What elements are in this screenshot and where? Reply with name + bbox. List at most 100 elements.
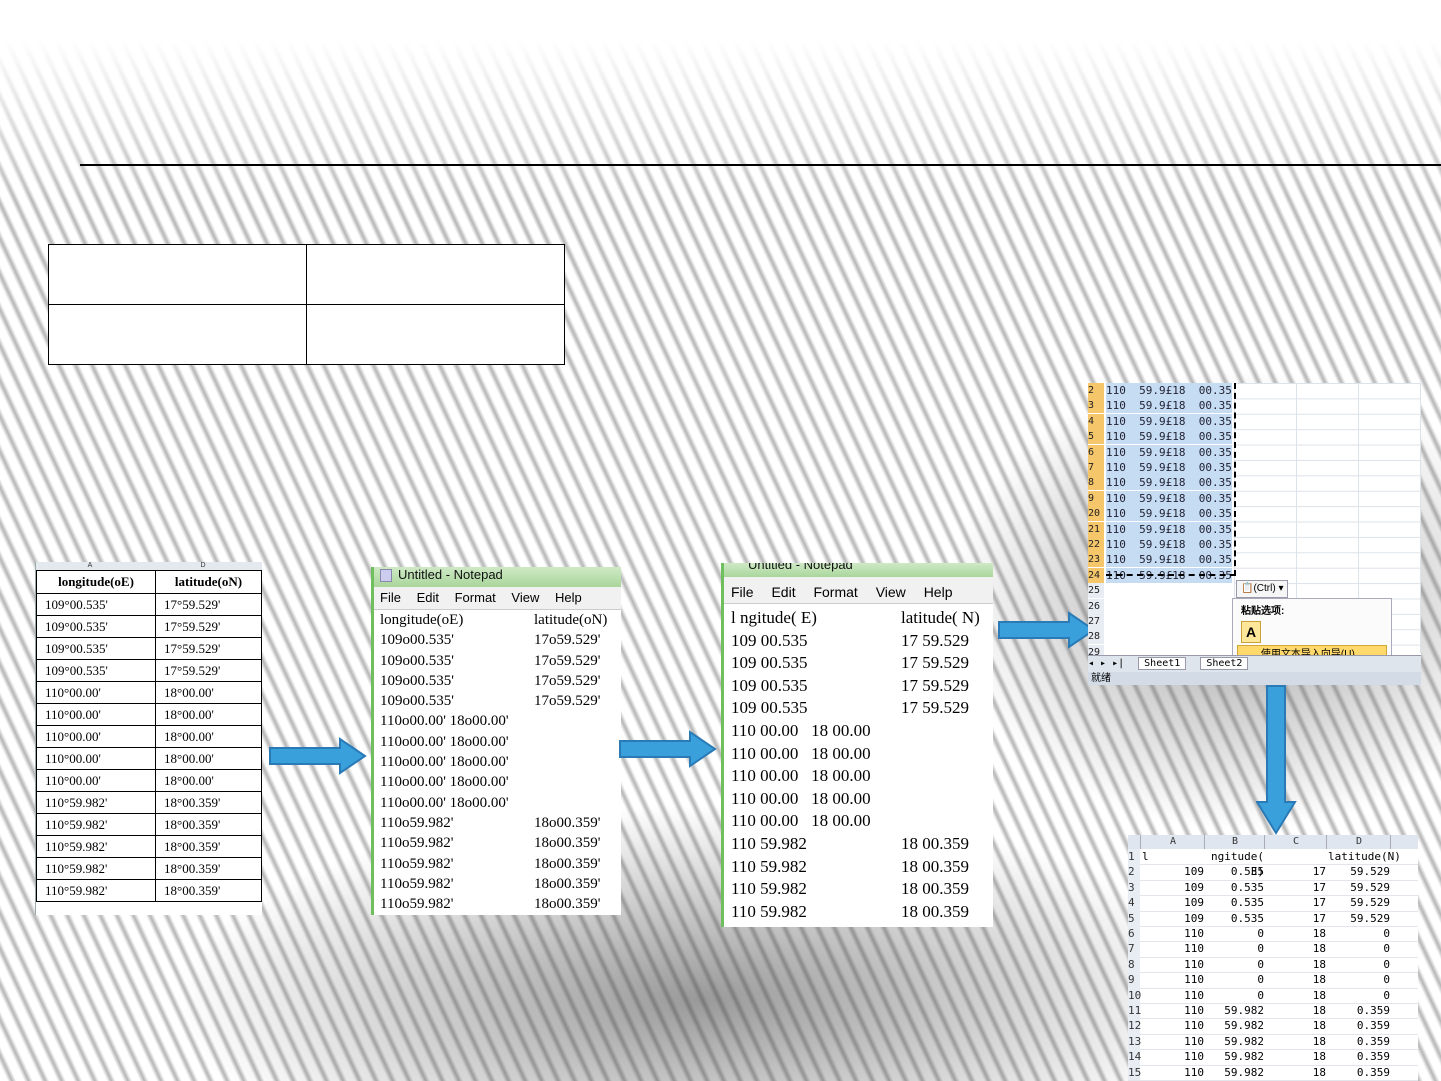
menu-view[interactable]: View: [876, 584, 906, 600]
row-number[interactable]: 20: [1088, 506, 1104, 522]
menu-edit[interactable]: Edit: [417, 590, 439, 605]
row-number[interactable]: 27: [1088, 614, 1104, 629]
cell-c[interactable]: 17: [1266, 880, 1326, 895]
cell-d[interactable]: 59.529: [1328, 895, 1390, 910]
latitude-cell[interactable]: 18°00.00': [155, 681, 262, 704]
longitude-cell[interactable]: 110°59.982': [36, 813, 157, 836]
row-number[interactable]: 7: [1128, 941, 1140, 957]
longitude-cell[interactable]: 110°00.00': [36, 747, 157, 770]
longitude-cell[interactable]: 110°00.00': [36, 769, 157, 792]
latitude-cell[interactable]: 18°00.359': [155, 835, 262, 858]
row-number[interactable]: 12: [1128, 1018, 1141, 1034]
menu-view[interactable]: View: [511, 590, 539, 605]
cell-c[interactable]: 18: [1266, 972, 1326, 987]
row-number[interactable]: 2: [1088, 383, 1104, 398]
cell-b[interactable]: 0: [1206, 957, 1264, 972]
cell-a[interactable]: 110: [1142, 972, 1204, 987]
cell-a[interactable]: 109: [1142, 864, 1204, 879]
latitude-cell[interactable]: 17°59.529': [155, 593, 262, 616]
cell-c[interactable]: 17: [1266, 895, 1326, 910]
cell-a[interactable]: 110: [1142, 941, 1204, 956]
cell-c[interactable]: 18: [1266, 957, 1326, 972]
tab-sheet2[interactable]: Sheet2: [1200, 657, 1249, 670]
latitude-cell[interactable]: 18°00.359': [155, 879, 262, 902]
latitude-cell[interactable]: 18°00.00': [155, 703, 262, 726]
cell-b[interactable]: 59.982: [1206, 1034, 1264, 1049]
cell-d[interactable]: 0: [1328, 957, 1390, 972]
longitude-cell[interactable]: 110°59.982': [36, 857, 157, 880]
row-number[interactable]: 5: [1128, 910, 1140, 926]
latitude-cell[interactable]: 18°00.00': [155, 769, 262, 792]
menu-help[interactable]: Help: [555, 590, 582, 605]
longitude-cell[interactable]: 110°00.00': [36, 725, 157, 748]
row-number[interactable]: 11: [1128, 1003, 1141, 1019]
row-number[interactable]: 25: [1088, 583, 1104, 599]
cell-c[interactable]: 18: [1266, 1018, 1326, 1033]
cell-a[interactable]: 109: [1142, 895, 1204, 910]
cell-b[interactable]: 0.535: [1206, 895, 1264, 910]
cell-d[interactable]: 0.359: [1328, 1049, 1390, 1064]
keep-text-only-icon[interactable]: A: [1241, 621, 1261, 643]
row-number[interactable]: 7: [1088, 460, 1104, 475]
row-number[interactable]: 3: [1088, 398, 1104, 414]
cell-d[interactable]: latitude(N): [1328, 849, 1401, 864]
row-number[interactable]: 6: [1088, 444, 1104, 460]
cell-d[interactable]: 0.359: [1328, 1065, 1390, 1080]
cell-a[interactable]: 110: [1142, 1049, 1204, 1064]
cell-a[interactable]: 109: [1142, 880, 1204, 895]
cell-d[interactable]: 59.529: [1328, 864, 1390, 879]
cell-c[interactable]: 18: [1266, 1049, 1326, 1064]
cell-c[interactable]: 18: [1266, 988, 1326, 1003]
cell-c[interactable]: 18: [1266, 1003, 1326, 1018]
cell-a[interactable]: l: [1142, 849, 1204, 864]
menu-edit[interactable]: Edit: [771, 584, 795, 600]
cell-d[interactable]: 0.359: [1328, 1003, 1390, 1018]
menu-help[interactable]: Help: [924, 584, 953, 600]
cell-a[interactable]: 109: [1142, 911, 1204, 926]
cell-b[interactable]: 59.982: [1206, 1018, 1264, 1033]
text-area[interactable]: longitude(oE) latitude(oN) 109o00.535' 17o5…: [374, 610, 621, 915]
cell-b[interactable]: 0: [1206, 941, 1264, 956]
cell-a[interactable]: 110: [1142, 1003, 1204, 1018]
latitude-cell[interactable]: 17°59.529': [155, 659, 262, 682]
row-number[interactable]: 4: [1088, 413, 1104, 429]
cell-a[interactable]: 110: [1142, 1034, 1204, 1049]
row-number[interactable]: 24: [1088, 567, 1104, 583]
latitude-cell[interactable]: 17°59.529': [155, 637, 262, 660]
longitude-cell[interactable]: 110°59.982': [36, 835, 157, 858]
cell-d[interactable]: 0.359: [1328, 1018, 1390, 1033]
longitude-cell[interactable]: 110°59.982': [36, 879, 157, 902]
paste-options-button[interactable]: 📋(Ctrl) ▾: [1236, 580, 1289, 598]
tab-sheet1[interactable]: Sheet1: [1138, 657, 1187, 670]
cell-c[interactable]: 18: [1266, 941, 1326, 956]
cell-d[interactable]: 0: [1328, 941, 1390, 956]
cell-b[interactable]: 59.982: [1206, 1003, 1264, 1018]
cell-b[interactable]: 0: [1206, 988, 1264, 1003]
row-number[interactable]: 1: [1128, 849, 1140, 865]
row-number[interactable]: 23: [1088, 552, 1104, 568]
cell-d[interactable]: 0: [1328, 988, 1390, 1003]
sheet-nav-icon[interactable]: ◂ ▸ ▸|: [1088, 658, 1124, 669]
cell-d[interactable]: 59.529: [1328, 911, 1390, 926]
cell-d[interactable]: 0: [1328, 926, 1390, 941]
cell-a[interactable]: 110: [1142, 926, 1204, 941]
cell-b[interactable]: 0.535: [1206, 880, 1264, 895]
cell-c[interactable]: 18: [1266, 1034, 1326, 1049]
cell-d[interactable]: 0.359: [1328, 1034, 1390, 1049]
cell-c[interactable]: 17: [1266, 864, 1326, 879]
cell-a[interactable]: 110: [1142, 957, 1204, 972]
longitude-cell[interactable]: 110°00.00': [36, 681, 157, 704]
menu-format[interactable]: Format: [455, 590, 496, 605]
cell-d[interactable]: 0: [1328, 972, 1390, 987]
latitude-cell[interactable]: 17°59.529': [155, 615, 262, 638]
menu-file[interactable]: File: [380, 590, 401, 605]
cell-b[interactable]: 0: [1206, 926, 1264, 941]
cell-a[interactable]: 110: [1142, 1065, 1204, 1080]
cell-b[interactable]: 0.535: [1206, 864, 1264, 879]
row-number[interactable]: 8: [1128, 956, 1140, 973]
latitude-cell[interactable]: 18°00.00': [155, 747, 262, 770]
cell-b[interactable]: 59.982: [1206, 1049, 1264, 1064]
row-number[interactable]: 28: [1088, 629, 1104, 645]
cell-b[interactable]: 0.535: [1206, 911, 1264, 926]
cell-d[interactable]: 59.529: [1328, 880, 1390, 895]
